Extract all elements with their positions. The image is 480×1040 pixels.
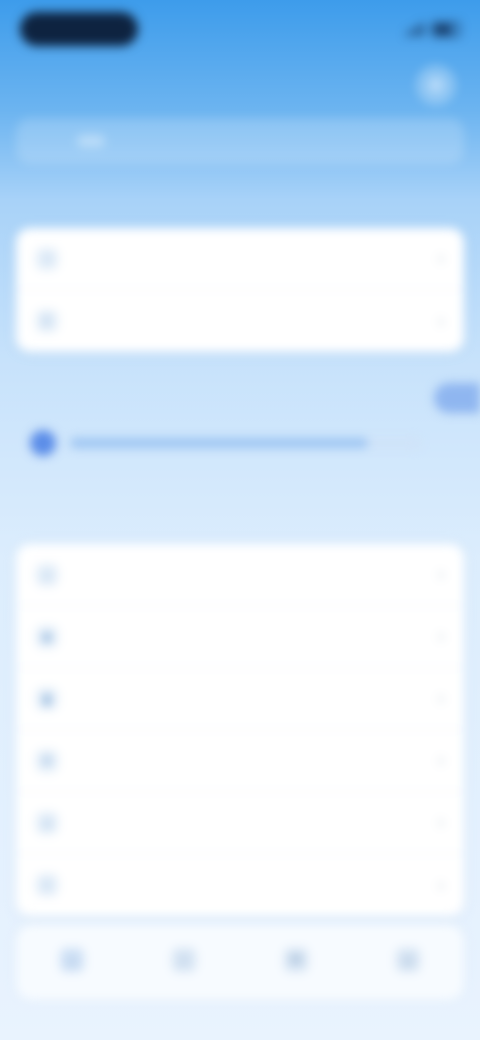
highlight-toggle[interactable] bbox=[434, 383, 480, 413]
chevron-right-icon: › bbox=[438, 688, 444, 708]
bottom-nav: ⌂ ⌕ ✉ ☺ bbox=[16, 924, 464, 1000]
nav-chat[interactable]: ✉ bbox=[284, 948, 308, 976]
list-item[interactable]: i › bbox=[16, 854, 464, 916]
list-item[interactable]: ☀ › bbox=[16, 730, 464, 792]
home-icon: ⌂ bbox=[60, 948, 84, 972]
lock-icon: ■ bbox=[36, 625, 58, 648]
tab-3[interactable] bbox=[375, 135, 403, 147]
general-settings-card: ◔ › ᛒ › bbox=[16, 228, 464, 352]
info-icon: i bbox=[36, 874, 58, 896]
battery-icon: ▮ bbox=[36, 687, 58, 710]
bluetooth-icon: ᛒ bbox=[36, 310, 58, 332]
signal-icon bbox=[406, 22, 424, 36]
chevron-right-icon: › bbox=[438, 812, 444, 832]
sound-icon: ♫ bbox=[36, 811, 58, 834]
chat-icon: ✉ bbox=[284, 948, 308, 972]
battery-icon bbox=[432, 21, 460, 37]
chevron-right-icon: › bbox=[438, 750, 444, 770]
display-icon: ☀ bbox=[36, 749, 58, 772]
progress-indicator-icon bbox=[30, 430, 56, 456]
list-item[interactable]: ◔ › bbox=[16, 228, 464, 290]
nav-profile[interactable]: ☺ bbox=[396, 948, 420, 976]
chevron-right-icon: › bbox=[438, 248, 444, 268]
user-icon: ☺ bbox=[396, 948, 420, 972]
progress-row bbox=[30, 426, 420, 460]
list-item[interactable]: ♪ › bbox=[16, 544, 464, 606]
header: ⚙ bbox=[24, 60, 456, 110]
more-settings-card: ♪ › ■ › ▮ › ☀ › ♫ › i › bbox=[16, 544, 464, 916]
status-indicators bbox=[398, 21, 460, 37]
blurred-screen: ⚙ ◔ › ᛒ › ♪ › ■ › ▮ › ☀ › ♫ › i › ⌂ ⌕ ✉ … bbox=[0, 0, 480, 1040]
list-item[interactable]: ♫ › bbox=[16, 792, 464, 854]
nav-search[interactable]: ⌕ bbox=[172, 948, 196, 976]
progress-bar[interactable] bbox=[70, 438, 420, 448]
chevron-right-icon: › bbox=[438, 874, 444, 895]
gear-icon: ⚙ bbox=[427, 74, 445, 97]
search-icon: ⌕ bbox=[172, 948, 196, 972]
settings-button[interactable]: ⚙ bbox=[416, 65, 456, 105]
chevron-right-icon: › bbox=[438, 626, 444, 646]
tab-2[interactable] bbox=[226, 135, 254, 147]
tab-bar bbox=[16, 118, 464, 164]
bell-icon: ♪ bbox=[36, 563, 58, 586]
status-time-pill bbox=[20, 12, 138, 46]
chevron-right-icon: › bbox=[438, 564, 444, 584]
chevron-right-icon: › bbox=[438, 310, 444, 331]
nav-home[interactable]: ⌂ bbox=[60, 948, 84, 976]
list-item[interactable]: ᛒ › bbox=[16, 290, 464, 352]
list-item[interactable]: ■ › bbox=[16, 606, 464, 668]
tab-1[interactable] bbox=[76, 135, 105, 147]
wifi-icon: ◔ bbox=[36, 247, 58, 270]
highlight-header bbox=[26, 380, 480, 416]
status-bar bbox=[20, 10, 460, 48]
progress-fill bbox=[70, 438, 368, 448]
list-item[interactable]: ▮ › bbox=[16, 668, 464, 730]
